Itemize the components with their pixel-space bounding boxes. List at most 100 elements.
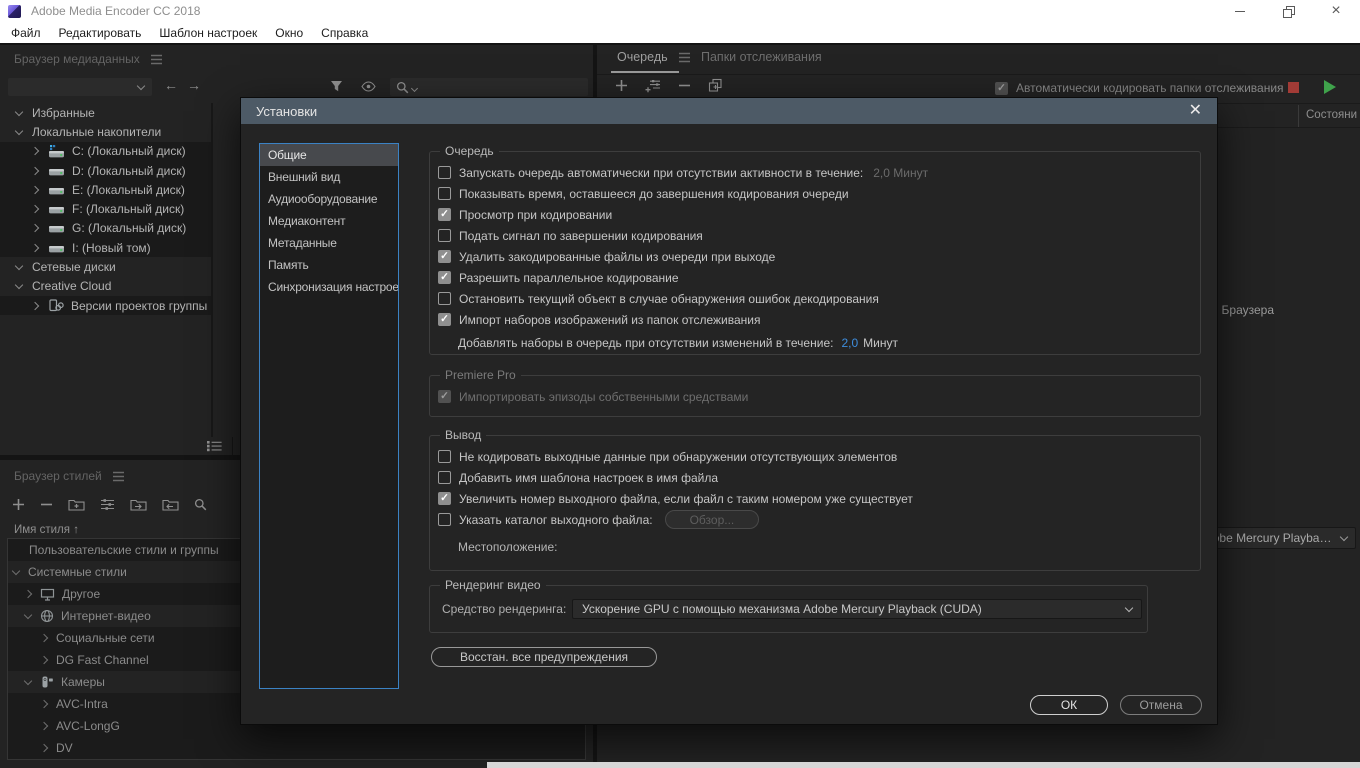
chevron-down-icon[interactable] (23, 676, 33, 686)
checkbox[interactable] (438, 513, 451, 526)
media-tree-item[interactable]: Creative Cloud (0, 277, 211, 296)
panel-menu-icon[interactable] (678, 52, 691, 63)
preset-browser-header[interactable]: Браузер стилей (14, 469, 125, 483)
preset-name-column-header[interactable]: Имя стиля ↑ (14, 524, 79, 536)
cancel-button[interactable]: Отмена (1120, 695, 1202, 715)
checkbox[interactable] (438, 471, 451, 484)
category-item[interactable]: Память (260, 254, 398, 276)
chevron-down-icon[interactable] (14, 261, 24, 271)
chevron-down-icon[interactable] (14, 281, 24, 290)
checkbox-row[interactable]: Остановить текущий объект в случае обнар… (438, 288, 1192, 309)
renderer-dropdown[interactable]: Ускорение GPU с помощью механизма Adobe … (572, 599, 1142, 619)
chevron-right-icon[interactable] (39, 743, 49, 753)
tab-queue[interactable]: Очередь (617, 50, 691, 64)
checkbox-row[interactable]: ✓ Разрешить параллельное кодирование (438, 267, 1192, 288)
chevron-right-icon[interactable] (30, 185, 40, 195)
chevron-right-icon[interactable] (39, 633, 49, 643)
chevron-right-icon[interactable] (23, 589, 33, 599)
menu-item[interactable]: Справка (312, 26, 377, 40)
checkbox[interactable] (438, 229, 451, 242)
restore-button[interactable] (1264, 0, 1312, 22)
auto-encode-checkbox[interactable]: ✓ (995, 81, 1008, 95)
checkbox-row[interactable]: ✓ Импорт наборов изображений из папок отс… (438, 309, 1192, 330)
media-tree-item[interactable]: Избранные (0, 103, 211, 122)
location-dropdown[interactable] (8, 78, 152, 96)
start-queue-button[interactable] (1324, 80, 1336, 94)
filter-icon[interactable] (330, 80, 343, 93)
remove-icon[interactable] (40, 498, 53, 511)
remove-button[interactable] (678, 79, 691, 92)
category-item[interactable]: Синхронизация настроек (260, 276, 398, 298)
category-item[interactable]: Общие (260, 144, 398, 166)
checkbox[interactable]: ✓ (438, 492, 451, 505)
chevron-right-icon[interactable] (30, 204, 40, 214)
checkbox[interactable]: ✓ (438, 313, 451, 326)
panel-menu-icon[interactable] (150, 54, 163, 65)
chevron-right-icon[interactable] (30, 166, 40, 175)
export-icon[interactable] (162, 498, 179, 511)
checkbox-row[interactable]: Показывать время, оставшееся до завершен… (438, 183, 1192, 204)
tab-watch-folders[interactable]: Папки отслеживания (701, 50, 822, 64)
add-button[interactable] (615, 79, 628, 92)
import-icon[interactable] (130, 498, 147, 511)
media-tree-item[interactable]: D: (Локальный диск) (0, 160, 211, 181)
media-tree-item[interactable]: Версии проектов группы (0, 295, 211, 316)
category-item[interactable]: Аудиооборудование (260, 188, 398, 210)
dialog-close-icon[interactable]: ✕ (1189, 103, 1202, 119)
media-browser-header[interactable]: Браузер медиаданных (14, 52, 163, 66)
menu-item[interactable]: Файл (2, 26, 50, 40)
checkbox-row[interactable]: Подать сигнал по завершении кодирования (438, 225, 1192, 246)
category-item[interactable]: Внешний вид (260, 166, 398, 188)
list-view-icon[interactable] (206, 440, 223, 452)
dialog-titlebar[interactable]: Установки ✕ (241, 98, 1217, 124)
checkbox[interactable] (438, 450, 451, 463)
reset-warnings-button[interactable]: Восстан. все предупреждения (431, 647, 657, 667)
status-column-header[interactable]: Состояни (1306, 109, 1357, 121)
checkbox-row[interactable]: Добавить имя шаблона настроек в имя файл… (438, 467, 1192, 488)
menu-item[interactable]: Редактировать (50, 26, 151, 40)
chevron-down-icon[interactable] (14, 107, 24, 116)
auto-encode-row[interactable]: ✓ Автоматически кодировать папки отслежи… (995, 81, 1284, 95)
add-icon[interactable] (12, 498, 25, 511)
checkbox[interactable] (438, 292, 451, 305)
checkbox[interactable]: ✓ (438, 390, 451, 403)
panel-menu-icon[interactable] (112, 471, 125, 482)
minimize-button[interactable] (1216, 0, 1264, 22)
media-tree-item[interactable]: Сетевые диски (0, 257, 211, 276)
checkbox-row[interactable]: ✓ Увеличить номер выходного файла, если ф… (438, 488, 1192, 509)
category-item[interactable]: Медиаконтент (260, 210, 398, 232)
chevron-down-icon[interactable] (14, 126, 24, 136)
chevron-right-icon[interactable] (39, 721, 49, 731)
chevron-right-icon[interactable] (39, 699, 49, 709)
media-tree-item[interactable]: F: (Локальный диск) (0, 199, 211, 219)
checkbox[interactable]: ✓ (438, 271, 451, 284)
menu-item[interactable]: Окно (266, 26, 312, 40)
view-options-eye-icon[interactable] (361, 81, 376, 92)
media-tree-item[interactable]: G: (Локальный диск) (0, 218, 211, 239)
duplicate-button[interactable] (708, 78, 723, 93)
chevron-down-icon[interactable] (23, 610, 33, 620)
media-tree-item[interactable]: E: (Локальный диск) (0, 180, 211, 200)
panel-divider[interactable] (211, 103, 213, 437)
chevron-right-icon[interactable] (30, 243, 40, 252)
category-item[interactable]: Метаданные (260, 232, 398, 254)
media-tree-item[interactable]: C: (Локальный диск) (0, 141, 211, 161)
checkbox[interactable] (438, 166, 451, 179)
delay-value[interactable]: 2,0 (841, 336, 858, 350)
back-button[interactable]: ← (164, 77, 178, 93)
browse-button[interactable]: Обзор... (664, 510, 760, 529)
close-button[interactable]: × (1312, 0, 1360, 22)
checkbox[interactable]: ✓ (438, 250, 451, 263)
checkbox-row[interactable]: Запускать очередь автоматически при отсу… (438, 162, 1192, 183)
add-output-button[interactable] (645, 79, 661, 93)
column-divider[interactable] (1298, 105, 1299, 127)
chevron-right-icon[interactable] (30, 224, 40, 233)
media-tree-item[interactable]: Локальные накопители (0, 122, 211, 141)
new-group-icon[interactable] (68, 498, 85, 511)
chevron-right-icon[interactable] (30, 146, 40, 156)
checkbox-row[interactable]: ✓ Удалить закодированные файлы из очереди… (438, 246, 1192, 267)
checkbox[interactable]: ✓ (438, 208, 451, 221)
checkbox-row[interactable]: Не кодировать выходные данные при обнару… (438, 446, 1192, 467)
search-field[interactable] (390, 78, 588, 96)
checkbox-row[interactable]: ✓ Импортировать эпизоды собственными сред… (438, 386, 1192, 407)
